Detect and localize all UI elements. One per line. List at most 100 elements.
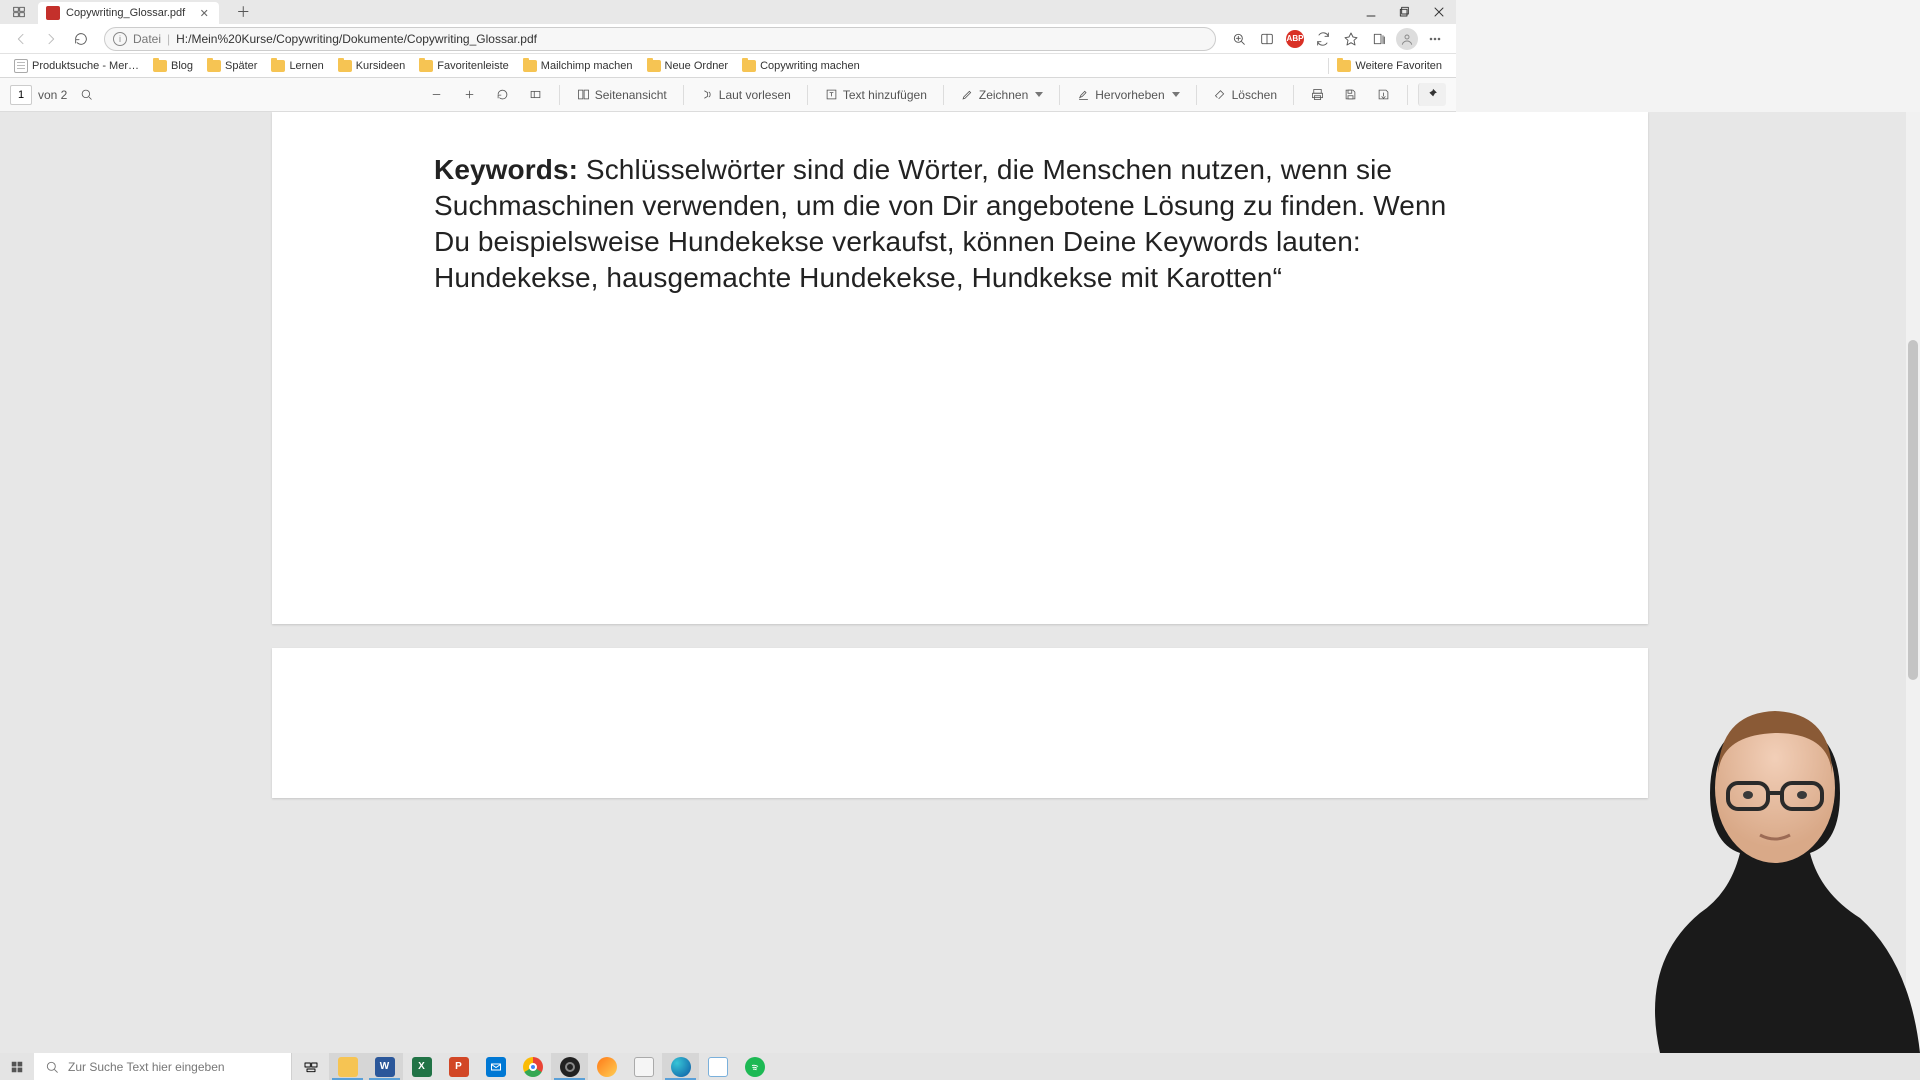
draw-button[interactable]: Zeichnen: [954, 83, 1049, 106]
pin-toolbar-button[interactable]: [1418, 83, 1446, 106]
page-number-input[interactable]: [10, 85, 32, 105]
chevron-down-icon: [1035, 92, 1043, 97]
task-spotify[interactable]: [736, 1053, 773, 1080]
save-as-button[interactable]: [1370, 83, 1397, 106]
task-powerpoint[interactable]: P: [440, 1053, 477, 1080]
folder-icon: [1337, 60, 1351, 72]
erase-label: Löschen: [1232, 88, 1277, 102]
scroll-down-button[interactable]: ▾: [1906, 1039, 1920, 1053]
read-mode-button[interactable]: [1254, 26, 1280, 52]
url-input[interactable]: [176, 32, 1207, 46]
profile-button[interactable]: [1394, 26, 1420, 52]
task-notepad[interactable]: [699, 1053, 736, 1080]
bookmark-folder[interactable]: Blog: [147, 58, 199, 74]
bookmark-folder[interactable]: Lernen: [265, 58, 329, 74]
favorites-button[interactable]: [1338, 26, 1364, 52]
save-button[interactable]: [1337, 83, 1364, 106]
menu-button[interactable]: [1422, 26, 1448, 52]
browser-toolbar: i Datei | ABP: [0, 24, 1456, 54]
webcam-overlay: [1600, 663, 1920, 1053]
erase-button[interactable]: Löschen: [1207, 83, 1283, 106]
back-button[interactable]: [8, 26, 34, 52]
bookmark-item[interactable]: Produktsuche - Mer…: [8, 57, 145, 75]
keyword-body: Schlüsselwörter sind die Wörter, die Men…: [434, 154, 1446, 293]
forward-button[interactable]: [38, 26, 64, 52]
window-close-button[interactable]: [1422, 0, 1456, 24]
collections-button[interactable]: [1366, 26, 1392, 52]
page-icon: [14, 59, 28, 73]
page-view-label: Seitenansicht: [595, 88, 667, 102]
tab-close-button[interactable]: ✕: [197, 6, 211, 20]
taskbar-search[interactable]: Zur Suche Text hier eingeben: [34, 1053, 292, 1080]
more-favorites-button[interactable]: Weitere Favoriten: [1331, 58, 1448, 74]
bookmark-label: Neue Ordner: [665, 60, 729, 72]
zoom-out-button[interactable]: [423, 83, 450, 106]
search-in-pdf-button[interactable]: [73, 83, 100, 106]
folder-icon: [523, 60, 537, 72]
keyword-label: Keywords:: [434, 154, 578, 185]
bookmark-folder[interactable]: Mailchimp machen: [517, 58, 639, 74]
system-tray[interactable]: [1916, 1053, 1920, 1080]
folder-icon: [647, 60, 661, 72]
bookmark-folder[interactable]: Später: [201, 58, 263, 74]
bookmark-folder[interactable]: Copywriting machen: [736, 58, 866, 74]
bookmark-label: Copywriting machen: [760, 60, 860, 72]
task-edge[interactable]: [662, 1053, 699, 1080]
task-app-orange[interactable]: [588, 1053, 625, 1080]
folder-icon: [271, 60, 285, 72]
rotate-button[interactable]: [489, 83, 516, 106]
folder-icon: [153, 60, 167, 72]
read-aloud-button[interactable]: Laut vorlesen: [694, 83, 797, 106]
start-button[interactable]: [0, 1053, 34, 1080]
zoom-in-button[interactable]: [456, 83, 483, 106]
folder-icon: [338, 60, 352, 72]
address-bar[interactable]: i Datei |: [104, 27, 1216, 51]
task-mail[interactable]: [477, 1053, 514, 1080]
search-placeholder: Zur Suche Text hier eingeben: [68, 1060, 225, 1074]
bookmark-label: Später: [225, 60, 257, 72]
bookmark-folder[interactable]: Favoritenleiste: [413, 58, 515, 74]
pdf-toolbar: von 2 Seitenansicht Laut vorlesen Text h…: [0, 78, 1456, 112]
vertical-scrollbar[interactable]: ▾: [1906, 112, 1920, 1053]
bookmark-label: Lernen: [289, 60, 323, 72]
sync-button[interactable]: [1310, 26, 1336, 52]
folder-icon: [207, 60, 221, 72]
highlight-button[interactable]: Hervorheben: [1070, 83, 1185, 106]
folder-icon: [742, 60, 756, 72]
bookmark-folder[interactable]: Kursideen: [332, 58, 412, 74]
window-minimize-button[interactable]: [1354, 0, 1388, 24]
bookmark-folder[interactable]: Neue Ordner: [641, 58, 735, 74]
url-scheme: Datei: [133, 32, 161, 46]
adblock-extension[interactable]: ABP: [1282, 26, 1308, 52]
bookmark-label: Kursideen: [356, 60, 406, 72]
task-chrome[interactable]: [514, 1053, 551, 1080]
fit-page-button[interactable]: [522, 83, 549, 106]
pdf-viewport[interactable]: Keywords: Schlüsselwörter sind die Wörte…: [0, 112, 1920, 1053]
scrollbar-thumb[interactable]: [1908, 340, 1918, 680]
task-word[interactable]: W: [366, 1053, 403, 1080]
pdf-page-2: [272, 648, 1648, 798]
chevron-down-icon: [1172, 92, 1180, 97]
read-aloud-label: Laut vorlesen: [719, 88, 791, 102]
task-view-button[interactable]: [292, 1053, 329, 1080]
site-info-icon[interactable]: i: [113, 32, 127, 46]
task-obs[interactable]: [551, 1053, 588, 1080]
tab-actions-button[interactable]: [6, 0, 32, 25]
task-app-editor[interactable]: [625, 1053, 662, 1080]
task-explorer[interactable]: [329, 1053, 366, 1080]
print-button[interactable]: [1304, 83, 1331, 106]
task-excel[interactable]: X: [403, 1053, 440, 1080]
window-titlebar: Copywriting_Glossar.pdf ✕ ＋: [0, 0, 1456, 24]
highlight-label: Hervorheben: [1095, 88, 1164, 102]
reload-button[interactable]: [68, 26, 94, 52]
page-view-button[interactable]: Seitenansicht: [570, 83, 673, 106]
add-text-label: Text hinzufügen: [843, 88, 927, 102]
browser-tab[interactable]: Copywriting_Glossar.pdf ✕: [38, 2, 219, 24]
draw-label: Zeichnen: [979, 88, 1028, 102]
window-maximize-button[interactable]: [1388, 0, 1422, 24]
folder-icon: [419, 60, 433, 72]
bookmark-label: Blog: [171, 60, 193, 72]
new-tab-button[interactable]: ＋: [231, 1, 255, 23]
zoom-button[interactable]: [1226, 26, 1252, 52]
add-text-button[interactable]: Text hinzufügen: [818, 83, 933, 106]
